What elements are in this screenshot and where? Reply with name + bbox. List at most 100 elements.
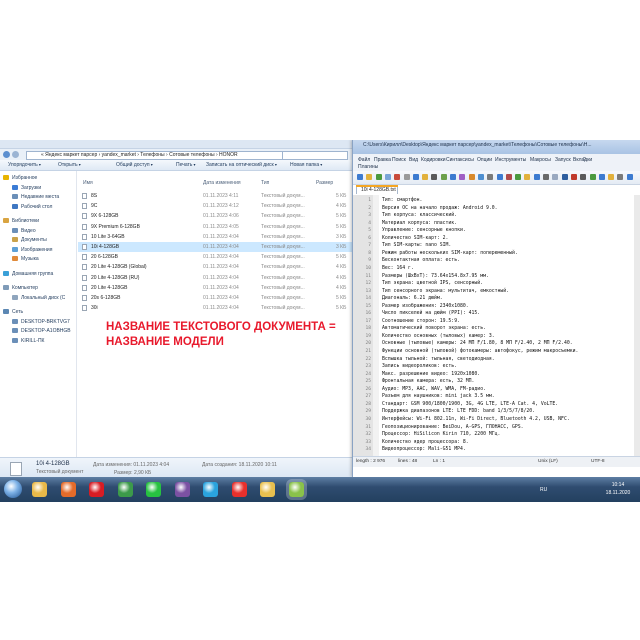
toolbar-icon[interactable] [552,174,559,180]
toolbar-icon[interactable] [468,174,475,180]
nav-item-13[interactable]: DESKTOP-BRKTVG7 [12,318,70,325]
toolbar-icon[interactable] [589,174,596,180]
menu-item-4[interactable]: Кодировки [421,157,446,163]
clock[interactable]: 10:14 18.11.2020 [598,481,638,497]
toolbar-icon[interactable] [496,174,503,180]
nav-item-14[interactable]: DESKTOP-A1OBHGB [12,328,71,334]
file-row[interactable]: 9X Premium 6-128GB 01.11.2023 4:05 Текстов… [78,222,352,232]
nav-item-0[interactable]: Избранное [3,175,37,181]
file-row[interactable]: 20 6-128GB 01.11.2023 4:04 Текстовый докум… [78,252,352,262]
nav-item-3[interactable]: Рабочий стол [12,203,52,210]
toolbar-icon[interactable] [440,174,447,180]
file-row[interactable]: 30i 01.11.2023 4:04 Текстовый докум... 5 КБ [78,303,352,313]
toolbar-icon[interactable] [617,174,624,180]
file-row[interactable]: 10 Lite 3-64GB 01.11.2023 4:04 Текстовый д… [78,232,352,242]
toolbar-icon[interactable] [533,174,540,180]
nav-item-1[interactable]: Загрузки [12,184,41,191]
column-header-date[interactable]: Дата изменения [203,180,241,186]
vertical-scrollbar[interactable] [634,195,640,456]
toolbar-icon[interactable] [459,174,466,180]
nav-item-15[interactable]: KIRILL-ПК [12,337,44,344]
file-row[interactable]: 20s 6-128GB 01.11.2023 4:04 Текстовый доку… [78,293,352,303]
code-line: Тип экрана: цветной IPS, сенсорный. [382,281,484,287]
menu-item-8[interactable]: Макросы [530,157,551,163]
menu-item-9[interactable]: Запуск [555,157,571,163]
nav-item-4[interactable]: Библиотеки [3,218,39,224]
organize-button[interactable]: Упорядочить [8,162,41,168]
column-header-name[interactable]: Имя [83,180,93,186]
file-manager-app-icon[interactable] [260,482,275,497]
toolbar-icon[interactable] [524,174,531,180]
nav-item-11[interactable]: Локальный диск (C [12,294,65,301]
menu-item-2[interactable]: Поиск [392,157,406,163]
toolbar-icon[interactable] [598,174,605,180]
menu-item-5[interactable]: Синтаксисы [446,157,474,163]
file-row[interactable]: 20 Lite 4-128GB (Global) 01.11.2023 4:04 Т… [78,262,352,272]
file-row[interactable]: 20 Lite 4-128GB 01.11.2023 4:04 Текстовый … [78,283,352,293]
toolbar-icon[interactable] [412,174,419,180]
column-header-size[interactable]: Размер [316,180,333,186]
address-input[interactable]: « Яндекс маркет парсер › yandex_market ›… [26,151,292,160]
toolbar-icon[interactable] [505,174,512,180]
chrome-app-icon[interactable] [117,482,133,497]
file-row[interactable]: 9X 6-128GB 01.11.2023 4:06 Текстовый докум… [78,211,352,221]
print-button[interactable]: Печать [176,162,196,168]
language-indicator[interactable]: RU [540,487,547,493]
burn-button[interactable]: Записать на оптический диск [206,162,277,168]
toolbar-icon[interactable] [580,174,587,180]
nav-item-8[interactable]: Музыка [12,256,39,262]
nav-item-12[interactable]: Сеть [3,309,23,315]
toolbar-icon[interactable] [626,174,633,180]
viber-app-icon[interactable] [174,482,190,497]
menu-item-1[interactable]: Правка [374,157,391,163]
menu-item-0[interactable]: Файл [358,157,370,163]
back-icon[interactable] [3,151,10,158]
menu-item-7[interactable]: Инструменты [495,157,526,163]
open-button[interactable]: Открыть [58,162,81,168]
nav-item-2[interactable]: Недавние места [12,194,59,200]
opera-app-icon[interactable] [89,482,104,497]
file-row[interactable]: 20 Lite 4-128GB (RU) 01.11.2023 4:04 Текст… [78,273,352,283]
menu-item-12[interactable]: ? [583,157,586,163]
toolbar-icon[interactable] [543,174,549,180]
nav-item-10[interactable]: Компьютер [3,285,38,291]
yandex-browser-app-icon[interactable] [231,482,247,497]
toolbar-icon[interactable] [431,174,438,180]
column-header-type[interactable]: Тип [261,180,269,186]
toolbar-icon[interactable] [375,174,382,180]
nav-item-6[interactable]: Документы [12,237,47,243]
file-tab[interactable]: 10i 4-128GB.txt [356,185,398,194]
toolbar-icon[interactable] [561,174,568,180]
telegram-app-icon[interactable] [203,482,218,497]
forward-icon[interactable] [12,151,19,158]
menu-item-3[interactable]: Вид [409,157,418,163]
notepadpp-app-icon[interactable] [288,482,304,497]
toolbar-icon[interactable] [570,174,577,180]
toolbar-icon[interactable] [403,174,410,180]
nav-item-9[interactable]: Домашняя группа [3,270,53,277]
nav-item-5[interactable]: Видео [12,227,36,234]
menu-item-10[interactable]: Плагины [358,164,378,170]
share-button[interactable]: Общий доступ [116,162,153,168]
toolbar-icon[interactable] [608,174,615,180]
file-row[interactable]: 9C 01.11.2023 4:12 Текстовый докум... 4 КБ [78,201,352,211]
media-player-app-icon[interactable] [60,482,76,497]
nav-item-7[interactable]: Изображения [12,246,52,253]
start-button[interactable] [4,480,22,498]
toolbar-icon[interactable] [515,174,522,180]
whatsapp-app-icon[interactable] [146,482,161,497]
toolbar-icon[interactable] [384,174,391,180]
new-folder-button[interactable]: Новая папка [290,162,322,168]
menu-item-6[interactable]: Опции [477,157,492,163]
toolbar-icon[interactable] [394,174,401,180]
toolbar-icon[interactable] [366,174,373,180]
explorer-app-icon[interactable] [32,482,47,497]
search-input[interactable] [282,151,348,160]
file-row[interactable]: 10i 4-128GB 01.11.2023 4:04 Текстовый доку… [78,242,352,252]
toolbar-icon[interactable] [477,174,484,180]
toolbar-icon[interactable] [422,174,429,180]
toolbar-icon[interactable] [357,174,363,180]
file-row[interactable]: 8S 01.11.2023 4:11 Текстовый докум... 5 КБ [78,191,352,201]
toolbar-icon[interactable] [487,174,494,180]
toolbar-icon[interactable] [450,174,456,180]
